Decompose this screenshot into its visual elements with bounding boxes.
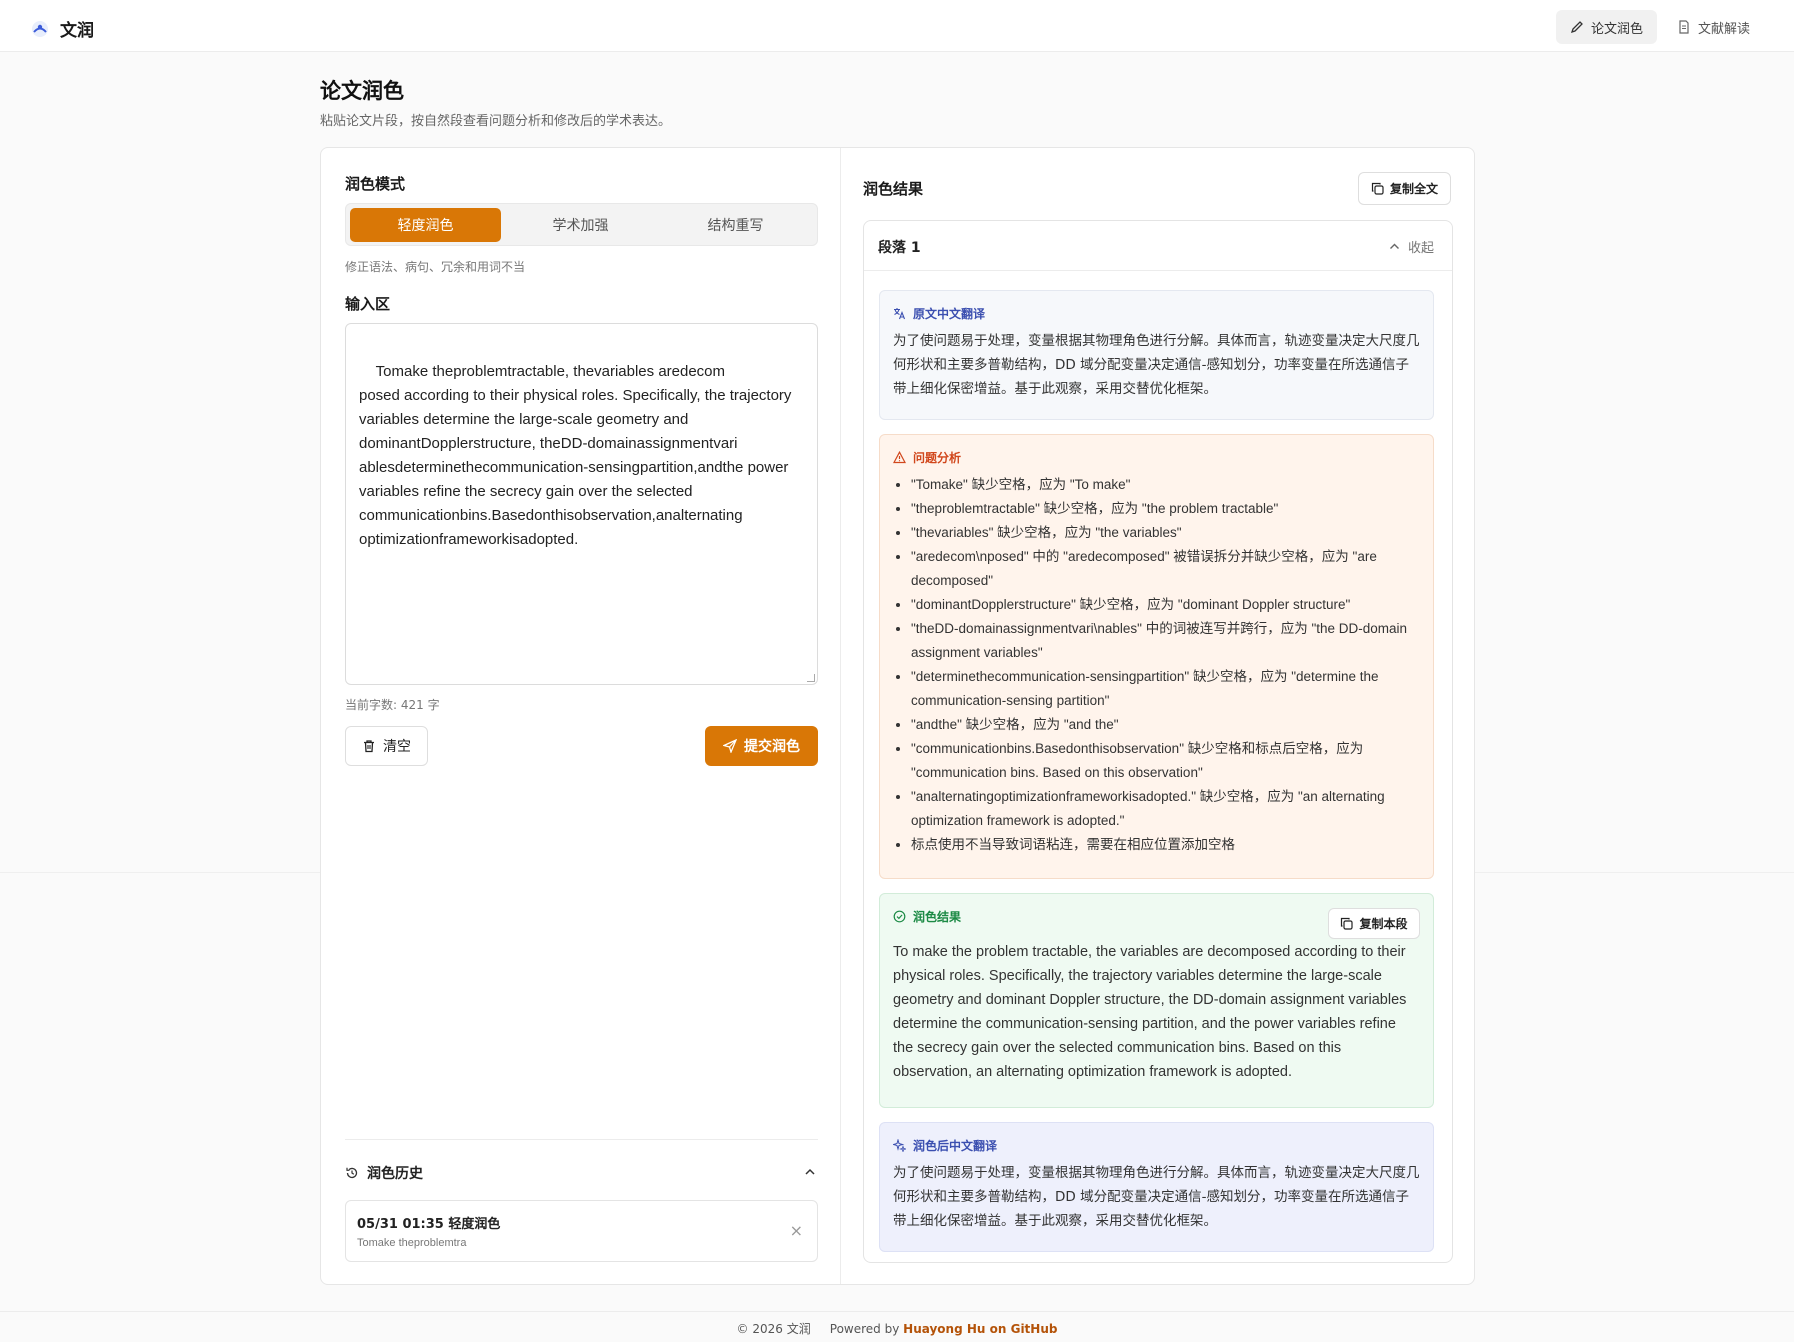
chevron-up-icon bbox=[1389, 243, 1399, 249]
copy-all-button[interactable]: 复制全文 bbox=[1358, 172, 1451, 205]
translate-icon bbox=[894, 307, 906, 319]
polished-result-title: 润色结果 bbox=[913, 909, 962, 924]
app-name: 文润 bbox=[60, 21, 94, 41]
footer-powered-by: Powered by bbox=[829, 1322, 900, 1336]
submit-button-label: 提交润色 bbox=[744, 739, 800, 755]
collapse-toggle[interactable]: 收起 bbox=[1389, 237, 1434, 256]
divider bbox=[345, 1139, 818, 1140]
copy-all-label: 复制全文 bbox=[1389, 182, 1438, 196]
copy-icon bbox=[1341, 917, 1354, 930]
mode-switch: 轻度润色 学术加强 结构重写 bbox=[345, 203, 818, 246]
history-header[interactable]: 润色历史 bbox=[345, 1162, 818, 1184]
warning-icon bbox=[893, 450, 906, 463]
polished-translation-header: 润色后中文翻译 bbox=[893, 1137, 1420, 1153]
original-translation-title: 原文中文翻译 bbox=[913, 306, 986, 321]
mode-option-restructure[interactable]: 结构重写 bbox=[660, 208, 811, 242]
original-translation-block: 原文中文翻译 为了使问题易于处理，变量根据其物理角色进行分解。具体而言，轨迹变量… bbox=[879, 290, 1434, 420]
issue-item: "aredecom\nposed" 中的 "aredecomposed" 被错误… bbox=[911, 545, 1420, 593]
char-count: 当前字数: 421 字 bbox=[345, 698, 440, 712]
copy-icon bbox=[1371, 182, 1384, 195]
trash-icon bbox=[364, 740, 374, 753]
history-item[interactable]: 05/31 01:35 轻度润色 Tomake theproblemtra × bbox=[345, 1200, 818, 1262]
polished-result-block: 润色结果 复制本段 To make the problem tractable,… bbox=[879, 893, 1434, 1108]
check-circle-icon bbox=[893, 910, 906, 922]
paper-input-value: Tomake theproblemtractable, thevariables… bbox=[359, 363, 792, 548]
mode-option-academic[interactable]: 学术加强 bbox=[505, 208, 656, 242]
collapse-label: 收起 bbox=[1407, 241, 1434, 256]
app-logo[interactable]: 文润 bbox=[30, 16, 94, 41]
polished-translation-block: 润色后中文翻译 为了使问题易于处理，变量根据其物理角色进行分解。具体而言，轨迹变… bbox=[879, 1122, 1434, 1252]
issue-item: "determinethecommunication-sensingpartit… bbox=[911, 665, 1420, 713]
history-icon bbox=[346, 1167, 358, 1179]
mode-label: 润色模式 bbox=[345, 175, 406, 193]
submit-polish-button[interactable]: 提交润色 bbox=[705, 726, 818, 766]
input-label: 输入区 bbox=[345, 295, 391, 313]
issue-list: "Tomake" 缺少空格，应为 "To make" "theproblemtr… bbox=[893, 473, 1420, 857]
main-nav: 论文润色 文献解读 bbox=[1555, 10, 1764, 44]
close-icon[interactable]: × bbox=[790, 1221, 803, 1240]
copy-paragraph-button[interactable]: 复制本段 bbox=[1328, 908, 1420, 939]
column-divider bbox=[840, 148, 841, 1284]
original-translation-text: 为了使问题易于处理，变量根据其物理角色进行分解。具体而言，轨迹变量决定大尺度几何… bbox=[893, 333, 1420, 397]
paragraph-card: 段落 1 收起 原文中文翻译 为了使问题易于处理，变量根据其物理角色进行分解。具… bbox=[863, 220, 1453, 1263]
issue-analysis-header: 问题分析 bbox=[893, 449, 1420, 465]
paper-input[interactable]: Tomake theproblemtractable, thevariables… bbox=[345, 323, 818, 685]
mode-option-light[interactable]: 轻度润色 bbox=[350, 208, 501, 242]
copy-paragraph-label: 复制本段 bbox=[1359, 917, 1408, 931]
polished-translation-text: 为了使问题易于处理，变量根据其物理角色进行分解。具体而言，轨迹变量决定大尺度几何… bbox=[893, 1165, 1420, 1229]
nav-item-label: 论文润色 bbox=[1590, 21, 1643, 37]
logo-icon bbox=[32, 20, 48, 37]
issue-item: "communicationbins.Basedonthisobservatio… bbox=[911, 737, 1420, 785]
page-subtitle: 粘贴论文片段，按自然段查看问题分析和修改后的学术表达。 bbox=[320, 114, 672, 129]
nav-item-literature[interactable]: 文献解读 bbox=[1663, 10, 1764, 44]
github-link[interactable]: Huayong Hu on GitHub bbox=[903, 1322, 1057, 1336]
mode-hint: 修正语法、病句、冗余和用词不当 bbox=[345, 260, 526, 274]
issue-analysis-block: 问题分析 "Tomake" 缺少空格，应为 "To make" "theprob… bbox=[879, 434, 1434, 879]
result-title: 润色结果 bbox=[863, 180, 924, 198]
history-item-preview: Tomake theproblemtra bbox=[357, 1237, 467, 1249]
paragraph-title: 段落 1 bbox=[878, 240, 921, 256]
history-title: 润色历史 bbox=[367, 1166, 423, 1182]
polished-translation-title: 润色后中文翻译 bbox=[913, 1138, 998, 1153]
issue-item: "Tomake" 缺少空格，应为 "To make" bbox=[911, 473, 1420, 497]
footer: © 2026 文润 Powered by Huayong Hu on GitHu… bbox=[0, 1320, 1794, 1337]
issue-item: "theDD-domainassignmentvari\nables" 中的词被… bbox=[911, 617, 1420, 665]
footer-copyright: © 2026 文润 bbox=[736, 1322, 811, 1336]
clear-button[interactable]: 清空 bbox=[345, 726, 428, 766]
top-bar: 文润 论文润色 文献解读 bbox=[0, 0, 1794, 52]
send-icon bbox=[723, 739, 737, 753]
resize-handle[interactable] bbox=[807, 674, 815, 682]
paragraph-header: 段落 1 收起 bbox=[864, 221, 1452, 271]
chevron-up-icon[interactable] bbox=[804, 1166, 816, 1178]
issue-analysis-title: 问题分析 bbox=[913, 450, 962, 465]
sparkle-icon bbox=[893, 1138, 906, 1152]
issue-item: "theproblemtractable" 缺少空格，应为 "the probl… bbox=[911, 497, 1420, 521]
divider bbox=[0, 1311, 1794, 1312]
document-icon bbox=[1679, 20, 1689, 34]
issue-item: "dominantDopplerstructure" 缺少空格，应为 "domi… bbox=[911, 593, 1420, 617]
nav-item-polish[interactable]: 论文润色 bbox=[1555, 10, 1657, 44]
issue-item: "thevariables" 缺少空格，应为 "the variables" bbox=[911, 521, 1420, 545]
original-translation-header: 原文中文翻译 bbox=[893, 305, 1420, 321]
polished-result-text: To make the problem tractable, the varia… bbox=[893, 944, 1407, 1080]
issue-item: "andthe" 缺少空格，应为 "and the" bbox=[911, 713, 1420, 737]
history-item-title: 05/31 01:35 轻度润色 bbox=[357, 1217, 501, 1232]
nav-item-label: 文献解读 bbox=[1697, 21, 1750, 37]
clear-button-label: 清空 bbox=[383, 739, 411, 755]
issue-item: 标点使用不当导致词语粘连，需要在相应位置添加空格 bbox=[911, 833, 1420, 857]
page-title: 论文润色 bbox=[320, 79, 404, 103]
pencil-icon bbox=[1570, 21, 1583, 34]
main-card: 润色模式 轻度润色 学术加强 结构重写 修正语法、病句、冗余和用词不当 输入区 … bbox=[320, 147, 1475, 1285]
issue-item: "analternatingoptimizationframeworkisado… bbox=[911, 785, 1420, 833]
